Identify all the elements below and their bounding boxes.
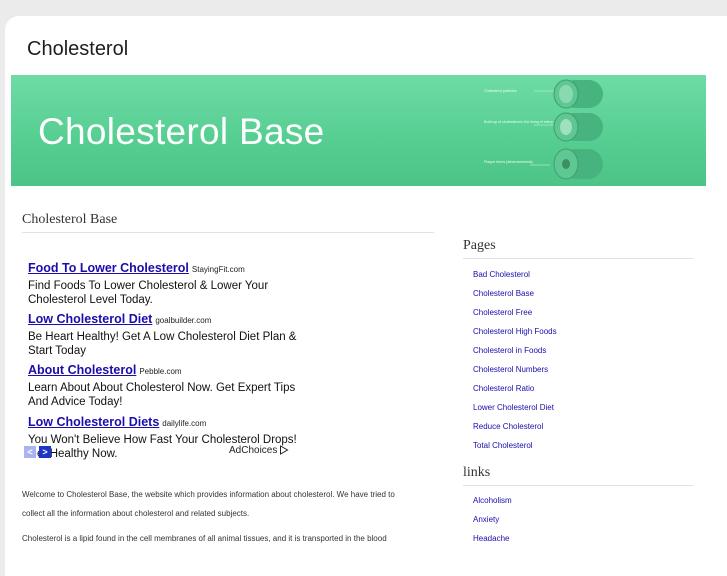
sidebar-item-cholesterol-free[interactable]: Cholesterol Free bbox=[473, 307, 557, 326]
intro-paragraph-line: collect all the information about choles… bbox=[22, 509, 250, 518]
intro-paragraph-line: Welcome to Cholesterol Base, the website… bbox=[22, 490, 395, 499]
ad-carousel-nav: < > bbox=[24, 446, 51, 458]
adchoices-label[interactable]: AdChoices bbox=[229, 445, 277, 456]
diagram-label-particles: Cholesterol particles bbox=[484, 89, 517, 93]
sidebar-item-total-cholesterol[interactable]: Total Cholesterol bbox=[473, 440, 557, 459]
sidebar-item-cholesterol-in-foods[interactable]: Cholesterol in Foods bbox=[473, 345, 557, 364]
main-heading: Cholesterol Base bbox=[22, 212, 434, 233]
ad-next-button[interactable]: > bbox=[39, 446, 51, 458]
ad-domain[interactable]: goalbuilder.com bbox=[155, 316, 211, 325]
ad-title-link[interactable]: Low Cholesterol Diets bbox=[28, 415, 159, 429]
header-banner: Cholesterol Base Cholesterol particles B… bbox=[11, 75, 706, 186]
links-list: Alcoholism Anxiety Headache bbox=[473, 495, 512, 552]
sidebar-item-lower-cholesterol-diet[interactable]: Lower Cholesterol Diet bbox=[473, 402, 557, 421]
artery-diagram: Cholesterol particles Build-up of choles… bbox=[484, 79, 603, 180]
sidebar-item-bad-cholesterol[interactable]: Bad Cholesterol bbox=[473, 269, 557, 288]
sidebar-item-cholesterol-base[interactable]: Cholesterol Base bbox=[473, 288, 557, 307]
sidebar-item-cholesterol-ratio[interactable]: Cholesterol Ratio bbox=[473, 383, 557, 402]
ad-prev-button[interactable]: < bbox=[24, 446, 36, 458]
ad-domain[interactable]: dailylife.com bbox=[162, 419, 206, 428]
ad-description: Find Foods To Lower Cholesterol & Lower … bbox=[28, 280, 269, 306]
ad-title-link[interactable]: Low Cholesterol Diet bbox=[28, 312, 152, 326]
ad-description: Learn About About Cholesterol Now. Get E… bbox=[28, 382, 296, 408]
body-paragraph-line: Cholesterol is a lipid found in the cell… bbox=[22, 534, 387, 543]
sidebar-item-cholesterol-high-foods[interactable]: Cholesterol High Foods bbox=[473, 326, 557, 345]
pages-list: Bad Cholesterol Cholesterol Base Cholest… bbox=[473, 269, 557, 459]
diagram-label-buildup: Build-up of cholesterol in the lining of… bbox=[484, 120, 553, 124]
adchoices-icon[interactable] bbox=[279, 445, 289, 456]
diagram-label-plaque: Plaque forms (atherosclerosis) bbox=[484, 160, 533, 164]
sidebar-item-headache[interactable]: Headache bbox=[473, 533, 512, 552]
ad-domain[interactable]: StayingFit.com bbox=[192, 265, 245, 274]
sidebar-item-alcoholism[interactable]: Alcoholism bbox=[473, 495, 512, 514]
ad-description: Be Heart Healthy! Get A Low Cholesterol … bbox=[28, 331, 297, 357]
pages-heading: Pages bbox=[463, 238, 693, 259]
sidebar-item-cholesterol-numbers[interactable]: Cholesterol Numbers bbox=[473, 364, 557, 383]
ad-block[interactable]: Food To Lower Cholesterol StayingFit.com … bbox=[28, 259, 328, 307]
ad-title-link[interactable]: About Cholesterol bbox=[28, 363, 136, 377]
site-title[interactable]: Cholesterol bbox=[27, 38, 128, 61]
adchoices-link[interactable]: AdChoices bbox=[229, 445, 289, 456]
links-heading: links bbox=[463, 465, 693, 486]
ad-block[interactable]: About Cholesterol Pebble.com Learn About … bbox=[28, 361, 328, 409]
ad-domain[interactable]: Pebble.com bbox=[139, 367, 181, 376]
ad-block[interactable]: Low Cholesterol Diet goalbuilder.com Be H… bbox=[28, 310, 328, 358]
banner-title: Cholesterol Base bbox=[38, 111, 325, 152]
sidebar-item-reduce-cholesterol[interactable]: Reduce Cholesterol bbox=[473, 421, 557, 440]
sidebar-item-anxiety[interactable]: Anxiety bbox=[473, 514, 512, 533]
ad-title-link[interactable]: Food To Lower Cholesterol bbox=[28, 261, 189, 275]
